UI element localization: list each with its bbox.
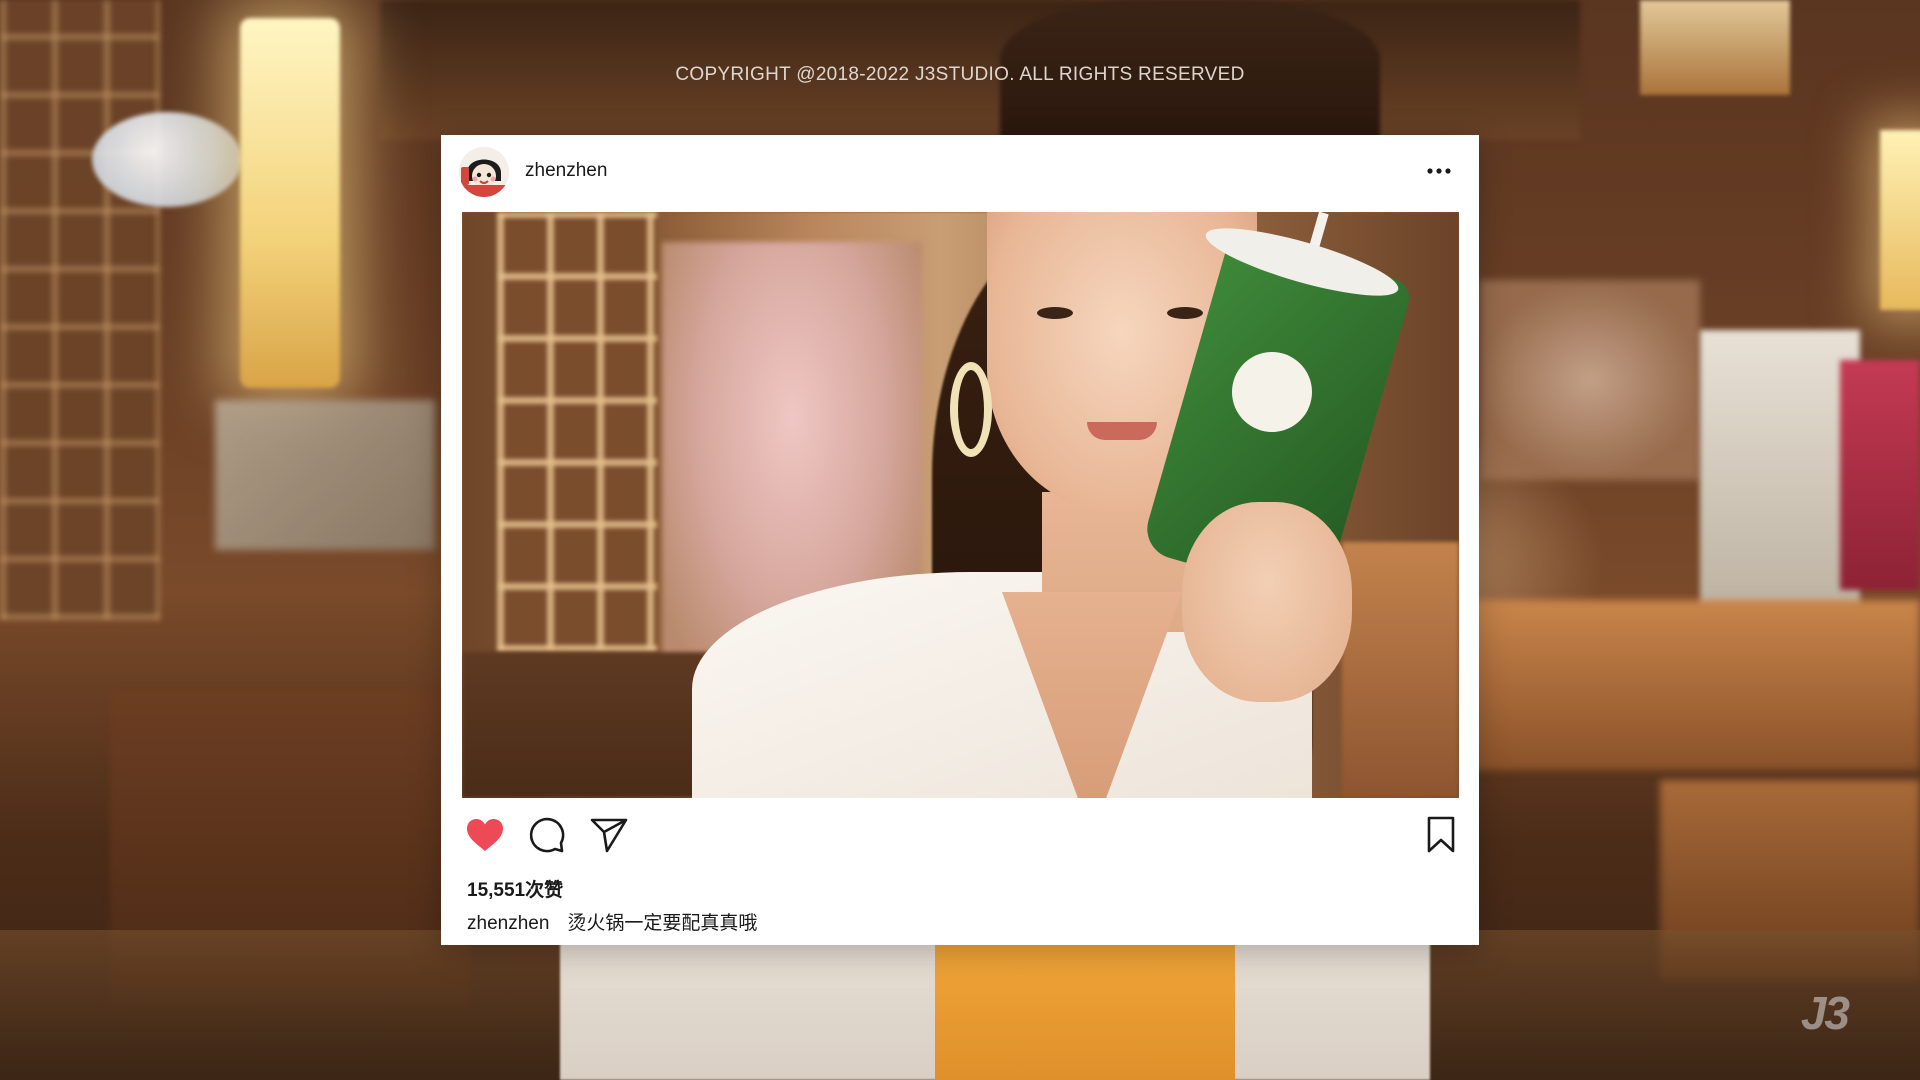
photo-hand — [1182, 502, 1352, 702]
background-table — [1420, 600, 1920, 770]
avatar[interactable] — [459, 147, 509, 197]
photo-eye-left — [1037, 307, 1073, 319]
studio-watermark: J3 — [1800, 987, 1850, 1039]
caption-text: 烫火锅一定要配真真哦 — [567, 913, 758, 934]
comment-icon — [529, 817, 565, 853]
photo-lattice-window — [497, 212, 657, 652]
more-horizontal-icon — [1427, 168, 1451, 174]
photo-smile — [1087, 422, 1157, 440]
more-options-button[interactable] — [1419, 159, 1459, 183]
share-button[interactable] — [587, 813, 631, 857]
photo-earring — [950, 362, 992, 457]
like-button[interactable] — [463, 813, 507, 857]
photo-table — [1342, 542, 1459, 798]
background-wall-lamp-right — [1880, 130, 1920, 310]
background-fridge — [1700, 330, 1860, 610]
background-mural — [1480, 280, 1700, 480]
bookmark-icon — [1427, 816, 1455, 853]
background-wall-painting — [215, 400, 435, 550]
photo-eye-right — [1167, 307, 1203, 319]
social-post-card: zhenzhen 15,551次赞 zhenzhen 烫火锅一定要配真真哦 — [441, 135, 1479, 945]
heart-icon — [467, 819, 503, 851]
post-caption: zhenzhen 烫火锅一定要配真真哦 — [467, 908, 757, 935]
copyright-notice: COPYRIGHT @2018-2022 J3STUDIO. ALL RIGHT… — [675, 64, 1245, 85]
post-photo[interactable] — [462, 212, 1459, 798]
bookmark-button[interactable] — [1419, 813, 1463, 857]
background-poster — [1840, 360, 1920, 590]
background-lamp-globe — [92, 112, 242, 207]
post-username[interactable]: zhenzhen — [525, 160, 607, 182]
caption-username[interactable]: zhenzhen — [467, 913, 549, 934]
comment-button[interactable] — [525, 813, 569, 857]
cartoon-avatar-icon — [459, 147, 509, 197]
post-header: zhenzhen — [441, 135, 1479, 213]
post-action-bar — [441, 805, 1479, 865]
background-person-top — [935, 930, 1235, 1080]
likes-count[interactable]: 15,551次赞 — [467, 875, 563, 902]
send-icon — [590, 818, 628, 853]
background-lattice-window — [0, 0, 160, 620]
